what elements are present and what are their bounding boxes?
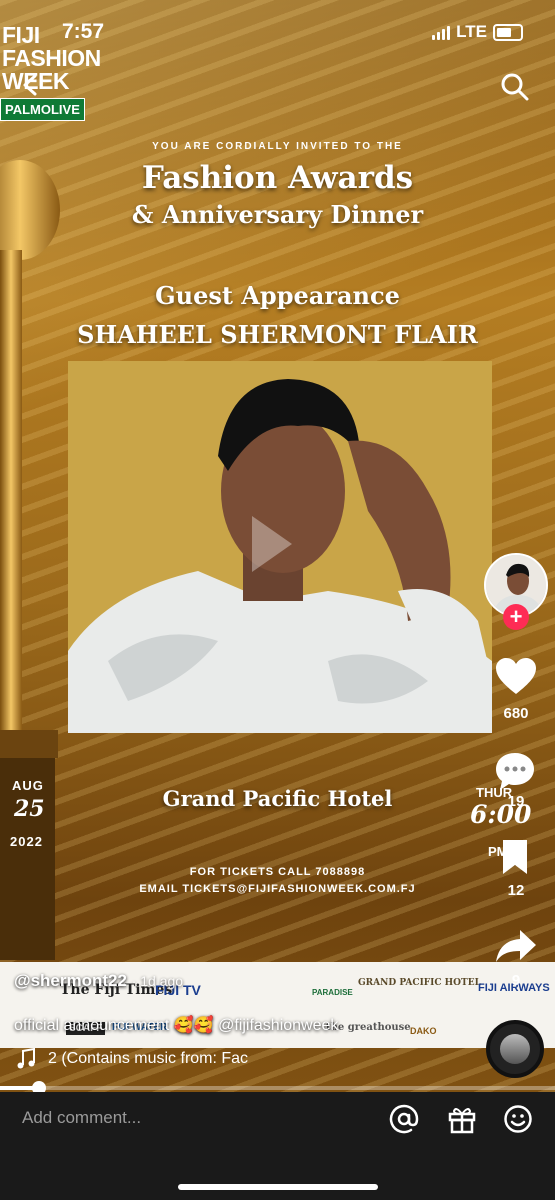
brand-line-3: WEEK [2,68,69,94]
comment-input[interactable]: Add comment... [22,1108,141,1128]
sponsor-logo: the greathouse [326,1022,411,1033]
sponsor-logo: PARADISE [312,988,353,997]
follow-button[interactable]: + [503,604,529,630]
comment-icon[interactable] [494,750,536,792]
mention-icon[interactable] [389,1104,419,1134]
post-caption[interactable]: official announcement 🥰🥰 @fijifashionwee… [14,1015,338,1035]
play-icon[interactable] [248,512,296,576]
sponsor-badge: PALMOLIVE [0,98,85,121]
date-day: 25 [14,796,45,822]
username-text[interactable]: @shermont22 [14,971,127,990]
sound-avatar [500,1034,530,1064]
search-icon[interactable] [500,72,530,102]
guest-name: SHAHEEL SHERMONT FLAIR [77,320,478,349]
gift-icon[interactable] [447,1104,477,1134]
heart-icon[interactable] [494,656,538,696]
brand-line-2: FASHION [2,45,101,71]
status-indicators: LTE [432,22,523,42]
tickets-phone: FOR TICKETS CALL 7088898 [189,866,366,878]
post-username[interactable]: @shermont22 · 1d ago [14,971,183,991]
share-count: 9 [511,972,521,989]
brand-logo: FIJI FASHION WEEK [2,24,101,93]
bookmark-count: 12 [507,882,525,899]
date-month: AUG [12,778,44,793]
comment-count: 19 [507,793,525,810]
sponsor-logo: DAKO [410,1026,437,1036]
video-screen[interactable]: 7:57 LTE FIJI FASHION WEEK PALMOLIVE YOU… [0,0,555,1200]
brand-line-1: FIJI [2,22,40,48]
back-icon[interactable] [20,74,42,96]
emoji-icon[interactable] [503,1104,533,1134]
like-count: 680 [503,705,529,722]
post-age: · 1d ago [131,973,184,989]
network-label: LTE [456,22,487,41]
bookmark-icon[interactable] [500,838,530,876]
sponsor-logo: GRAND PACIFIC HOTEL [358,978,481,988]
battery-icon [493,23,523,41]
date-year: 2022 [10,834,43,849]
event-title: Fashion Awards [141,160,414,196]
progress-track[interactable] [0,1086,555,1090]
tickets-email: EMAIL TICKETS@FIJIFASHIONWEEK.COM.FJ [139,883,416,895]
music-note-icon [17,1048,35,1069]
guest-label: Guest Appearance [155,281,400,310]
home-indicator[interactable] [178,1184,378,1190]
invite-line: YOU ARE CORDIALLY INVITED TO THE [152,141,403,152]
event-subtitle: & Anniversary Dinner [131,200,424,229]
share-icon[interactable] [494,928,538,964]
music-title[interactable]: 2 (Contains music from: Fac [48,1050,288,1068]
signal-icon [432,24,451,40]
